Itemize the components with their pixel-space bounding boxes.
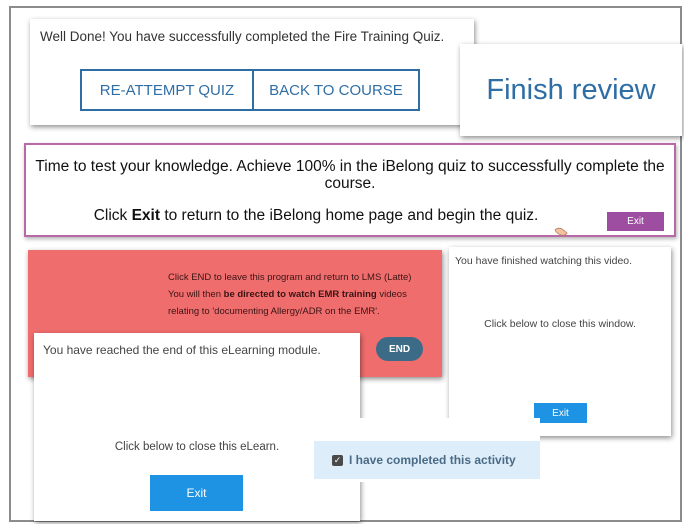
- lms-line-2-prefix: You will then: [168, 289, 224, 300]
- video-complete-panel: You have finished watching this video. C…: [449, 247, 671, 436]
- lms-line-2-suffix: videos: [376, 289, 407, 300]
- video-close-instruction: Click below to close this window.: [484, 318, 636, 330]
- ibelong-exit-instruction: Click Exit to return to the iBelong home…: [26, 207, 606, 225]
- lms-line-2-bold: be directed to watch EMR training: [223, 289, 377, 300]
- elearning-finished-text: You have reached the end of this eLearni…: [43, 343, 321, 357]
- ibelong-exit-suffix: to return to the iBelong home page and b…: [160, 207, 539, 224]
- fire-quiz-panel: Well Done! You have successfully complet…: [30, 19, 474, 125]
- finish-review-link[interactable]: Finish review: [486, 74, 655, 107]
- ibelong-exit-button[interactable]: Exit: [607, 212, 664, 231]
- lms-line-2: You will then be directed to watch EMR t…: [168, 286, 411, 303]
- back-to-course-button[interactable]: BACK TO COURSE: [252, 69, 420, 111]
- end-button[interactable]: END: [376, 337, 423, 361]
- video-exit-button[interactable]: Exit: [534, 403, 587, 423]
- reattempt-quiz-button[interactable]: RE-ATTEMPT QUIZ: [80, 69, 254, 111]
- hand-cursor-icon: [554, 227, 568, 236]
- activity-completion-panel: ✓ I have completed this activity: [310, 418, 540, 482]
- video-finished-text: You have finished watching this video.: [455, 255, 633, 267]
- elearning-exit-button[interactable]: Exit: [150, 475, 243, 511]
- ibelong-instruction: Time to test your knowledge. Achieve 100…: [35, 158, 665, 192]
- activity-completion-label[interactable]: I have completed this activity: [349, 453, 516, 467]
- ibelong-panel: Time to test your knowledge. Achieve 100…: [24, 143, 676, 237]
- ibelong-exit-prefix: Click: [93, 207, 132, 224]
- finish-review-panel[interactable]: Finish review: [460, 44, 682, 136]
- ibelong-exit-bold: Exit: [131, 207, 161, 224]
- lms-line-3: relating to 'documenting Allergy/ADR on …: [168, 306, 380, 317]
- lms-line-1: Click END to leave this program and retu…: [168, 272, 412, 283]
- checkbox-checked-icon[interactable]: ✓: [332, 454, 343, 466]
- fire-quiz-message: Well Done! You have successfully complet…: [40, 29, 445, 44]
- activity-completion-toggle[interactable]: ✓ I have completed this activity: [314, 441, 540, 479]
- lms-instructions: Click END to leave this program and retu…: [168, 269, 411, 320]
